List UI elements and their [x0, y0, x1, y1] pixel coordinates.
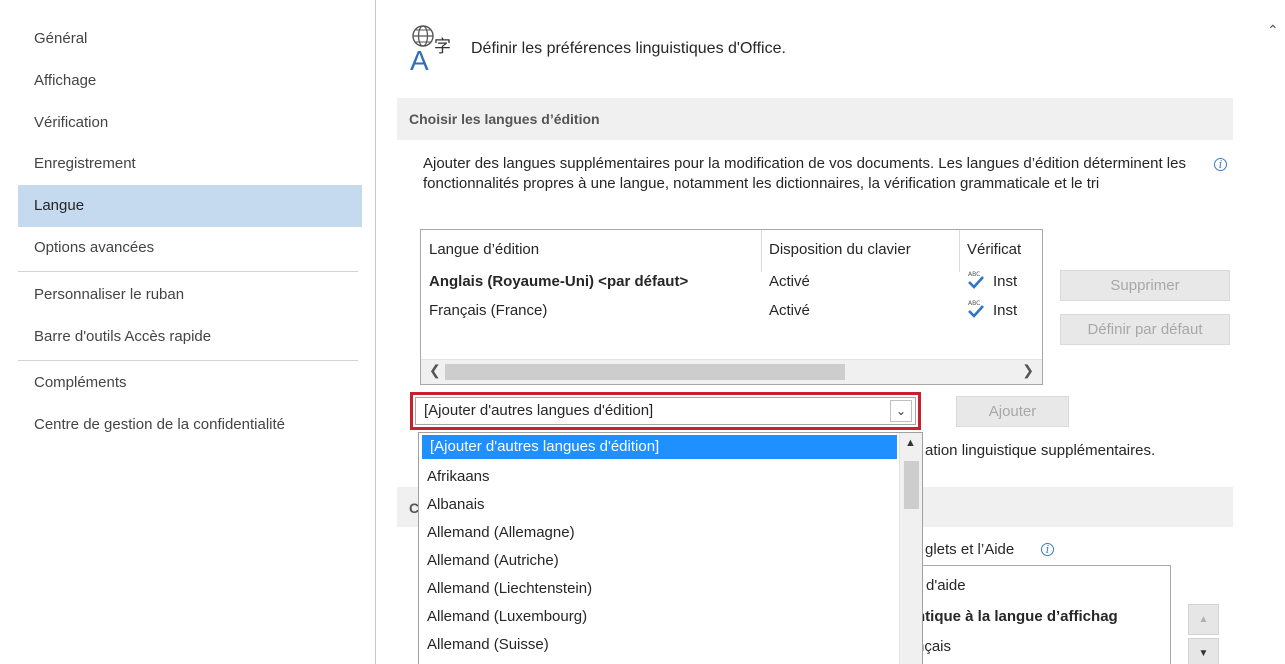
dropdown-vertical-scrollbar[interactable]: ▲: [899, 433, 922, 664]
dropdown-option[interactable]: Allemand (Suisse): [419, 631, 901, 659]
language-dropdown-list[interactable]: [Ajouter d'autres langues d'édition] Afr…: [418, 432, 923, 664]
editing-languages-description: Ajouter des langues supplémentaires pour…: [423, 155, 1186, 192]
column-divider[interactable]: [959, 230, 960, 272]
remove-button[interactable]: Supprimer: [1060, 270, 1230, 301]
add-editing-language-combobox[interactable]: [Ajouter d'autres langues d'édition] ⌄: [415, 397, 916, 425]
sidebar-item-language[interactable]: Langue: [18, 185, 362, 227]
sidebar-item-proofing[interactable]: Vérification: [18, 102, 362, 144]
chevron-down-icon[interactable]: ⌄: [890, 400, 912, 422]
dropdown-option[interactable]: Allemand (Liechtenstein): [419, 575, 901, 603]
svg-text:ABC: ABC: [968, 300, 980, 307]
language-globe-icon: A 字: [410, 25, 451, 72]
sidebar-item-customize-ribbon[interactable]: Personnaliser le ruban: [18, 274, 362, 316]
table-row[interactable]: d'aide: [926, 577, 966, 594]
table-row-proofing: Inst: [993, 273, 1018, 290]
sidebar-divider: [18, 271, 358, 272]
scroll-left-icon[interactable]: ❮: [429, 362, 441, 379]
partial-description-text: ation linguistique supplémentaires.: [925, 442, 1156, 459]
scrollbar-thumb[interactable]: [904, 461, 919, 509]
table-row-keyboard: Activé: [769, 302, 810, 319]
scroll-right-icon[interactable]: ❯: [1022, 362, 1034, 379]
column-divider[interactable]: [761, 230, 762, 272]
set-default-button[interactable]: Définir par défaut: [1060, 314, 1230, 345]
table-row-proofing: Inst: [993, 302, 1018, 319]
scrollbar-thumb[interactable]: [445, 364, 845, 380]
sidebar-divider: [18, 360, 358, 361]
svg-text:字: 字: [434, 37, 451, 57]
table-horizontal-scrollbar[interactable]: ❮ ❯: [421, 359, 1042, 384]
svg-text:A: A: [410, 45, 429, 72]
table-row-keyboard: Activé: [769, 273, 810, 290]
move-up-icon[interactable]: ▲: [1188, 604, 1219, 635]
column-header-editing-language[interactable]: Langue d’édition: [429, 241, 539, 258]
sidebar-item-display[interactable]: Affichage: [18, 60, 362, 102]
dropdown-option[interactable]: Allemand (Autriche): [419, 547, 901, 575]
editing-languages-table[interactable]: Langue d’édition Disposition du clavier …: [420, 229, 1043, 385]
scroll-up-icon[interactable]: ▲: [905, 437, 916, 449]
spellcheck-icon: ABC: [968, 271, 984, 289]
column-header-proofing[interactable]: Vérificat: [967, 241, 1021, 258]
dropdown-option-selected[interactable]: [Ajouter d'autres langues d'édition]: [422, 435, 897, 459]
display-languages-table[interactable]: d'aide ntique à la langue d’affichag nça…: [905, 565, 1171, 664]
section-header-editing-languages: Choisir les langues d’édition: [397, 98, 1233, 140]
display-language-label: glets et l’Aide: [925, 541, 1015, 558]
dropdown-option[interactable]: Afrikaans: [419, 463, 901, 491]
column-header-keyboard-layout[interactable]: Disposition du clavier: [769, 241, 911, 258]
spellcheck-icon: ABC: [968, 300, 984, 318]
dropdown-option[interactable]: Allemand (Allemagne): [419, 519, 901, 547]
sidebar-item-quick-access-toolbar[interactable]: Barre d'outils Accès rapide: [18, 316, 362, 358]
info-icon[interactable]: i: [1214, 158, 1227, 171]
combobox-value: [Ajouter d'autres langues d'édition]: [424, 402, 654, 419]
svg-text:ABC: ABC: [968, 271, 980, 278]
sidebar-item-addins[interactable]: Compléments: [18, 362, 362, 404]
add-language-button[interactable]: Ajouter: [956, 396, 1069, 427]
scroll-up-icon[interactable]: ⌃: [1267, 22, 1279, 39]
sidebar-item-general[interactable]: Général: [18, 18, 362, 60]
sidebar-item-trust-center[interactable]: Centre de gestion de la confidentialité: [18, 404, 362, 446]
dropdown-option[interactable]: Allemand (Luxembourg): [419, 603, 901, 631]
dropdown-option[interactable]: Albanais: [419, 491, 901, 519]
page-vertical-scrollbar[interactable]: ⌃: [1259, 0, 1285, 664]
options-sidebar: Général Affichage Vérification Enregistr…: [0, 0, 376, 664]
sidebar-item-save[interactable]: Enregistrement: [18, 143, 362, 185]
table-row-language[interactable]: Anglais (Royaume-Uni) <par défaut>: [429, 273, 688, 290]
sidebar-item-advanced[interactable]: Options avancées: [18, 227, 362, 269]
move-down-icon[interactable]: ▼: [1188, 638, 1219, 664]
table-row-language[interactable]: Français (France): [429, 302, 547, 319]
table-row[interactable]: ntique à la langue d’affichag: [916, 608, 1118, 625]
info-icon[interactable]: i: [1041, 543, 1054, 556]
page-title: Définir les préférences linguistiques d'…: [471, 40, 786, 57]
